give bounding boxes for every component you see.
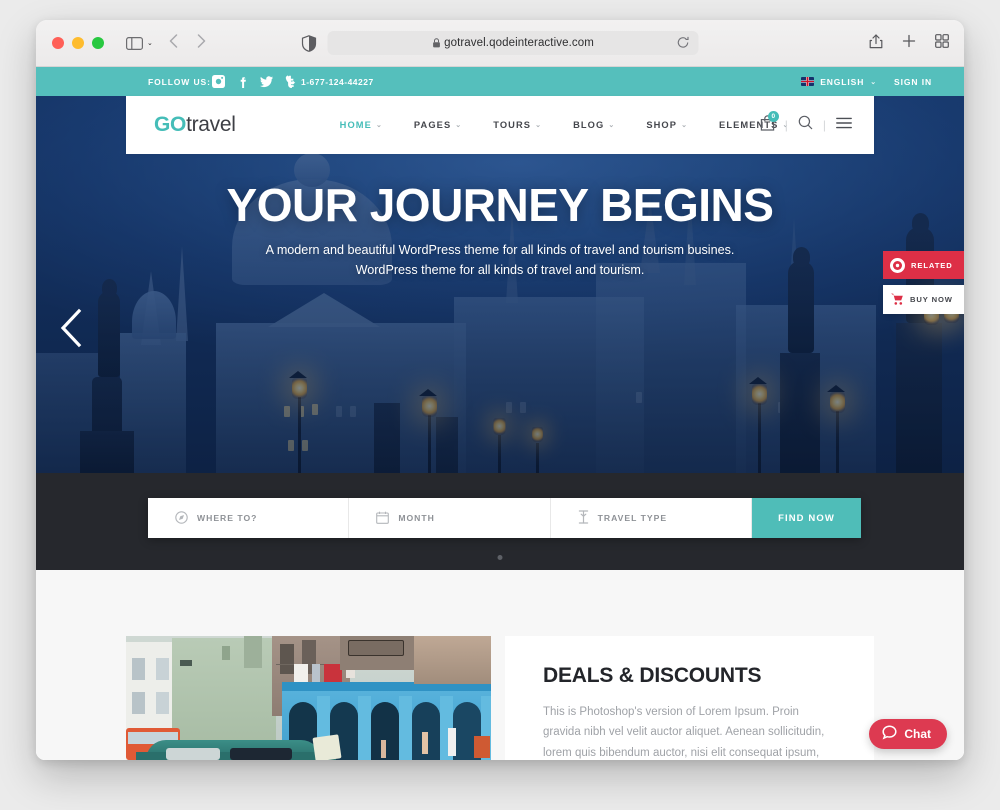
phone-text: 1-677-124-44227 [301, 76, 374, 87]
toolbar-right-actions[interactable] [869, 33, 949, 54]
phone-icon [285, 75, 296, 88]
nav-item-home[interactable]: HOME ⌄ [340, 120, 383, 130]
phone-number[interactable]: 1-677-124-44227 [285, 75, 374, 88]
minimize-window-button[interactable] [72, 37, 84, 49]
logo-go: GO [154, 113, 187, 136]
utility-bar-right[interactable]: ENGLISH ⌄ SIGN IN [801, 77, 932, 87]
chevron-down-icon: ⌄ [147, 40, 153, 47]
facebook-icon[interactable] [236, 75, 249, 88]
share-icon[interactable] [869, 33, 883, 54]
nav-label: HOME [339, 120, 372, 130]
cart-button[interactable]: 0 [760, 110, 779, 136]
site-header: GOtravel HOME ⌄ PAGES ⌄ TOURS ⌄ BLOG ⌄ S… [126, 96, 874, 154]
calendar-icon [376, 511, 390, 526]
floating-promo-buttons[interactable]: RELATED BUY NOW [883, 251, 964, 314]
instagram-icon[interactable] [212, 75, 225, 88]
site-logo[interactable]: GOtravel [154, 113, 236, 137]
nav-item-tours[interactable]: TOURS ⌄ [493, 120, 542, 130]
related-label: RELATED [911, 260, 953, 270]
hero-subtitle-line1: A modern and beautiful WordPress theme f… [265, 243, 735, 257]
travel-type-field[interactable]: TRAVEL TYPE [550, 498, 752, 538]
where-to-field[interactable]: WHERE TO? [148, 498, 350, 538]
sidebar-toggle-icon [126, 36, 143, 50]
website-viewport: YOUR JOURNEY BEGINS A modern and beautif… [36, 67, 964, 760]
window-controls[interactable] [52, 37, 104, 49]
chat-button[interactable]: Chat [869, 719, 947, 749]
search-icon[interactable] [798, 115, 813, 135]
twitter-icon[interactable] [260, 75, 273, 88]
lock-icon [432, 38, 440, 48]
hamburger-menu-icon[interactable] [836, 116, 852, 134]
chevron-down-icon: ⌄ [535, 122, 543, 129]
deals-title: DEALS & DISCOUNTS [543, 664, 762, 687]
month-label: MONTH [398, 513, 435, 523]
month-field[interactable]: MONTH [349, 498, 551, 538]
url-value: gotravel.qodeinteractive.com [444, 37, 594, 49]
plus-icon[interactable] [902, 34, 916, 53]
chat-bubble-icon [882, 725, 897, 743]
reload-icon[interactable] [677, 36, 690, 54]
language-label: ENGLISH [820, 76, 865, 87]
find-now-button[interactable]: FIND NOW [751, 498, 861, 538]
deals-text-card: DEALS & DISCOUNTS This is Photoshop's ve… [505, 636, 874, 760]
where-to-label: WHERE TO? [197, 513, 258, 523]
nav-label: PAGES [413, 120, 452, 130]
hero-subtitle-line2: WordPress theme for all kinds of travel … [355, 262, 645, 277]
nav-label: BLOG [573, 120, 605, 130]
back-arrow-icon[interactable] [169, 33, 178, 53]
related-circle-icon [890, 257, 905, 273]
divider: | [784, 118, 788, 132]
url-input[interactable]: gotravel.qodeinteractive.com [327, 31, 699, 55]
slider-dot[interactable] [497, 555, 503, 560]
deals-image [126, 636, 491, 760]
language-selector[interactable]: ENGLISH ⌄ [801, 77, 877, 87]
logo-travel: travel [186, 113, 236, 136]
forward-arrow-icon[interactable] [197, 33, 206, 53]
url-text: gotravel.qodeinteractive.com [432, 37, 594, 49]
cart-count-badge: 0 [767, 110, 779, 122]
buy-now-button[interactable]: BUY NOW [883, 285, 964, 314]
nav-item-blog[interactable]: BLOG ⌄ [573, 120, 615, 130]
sign-in-link[interactable]: SIGN IN [894, 77, 932, 87]
hero-text-block: YOUR JOURNEY BEGINS A modern and beautif… [36, 182, 964, 280]
deals-section: DEALS & DISCOUNTS This is Photoshop's ve… [36, 570, 964, 760]
chevron-down-icon: ⌄ [455, 122, 463, 129]
compass-icon [175, 510, 188, 526]
chevron-down-icon: ⌄ [608, 122, 616, 129]
utility-bar: FOLLOW US: 1-677-124-44227 ENGLISH ⌄ SIG… [36, 67, 964, 96]
nav-label: TOURS [493, 120, 532, 130]
tab-overview-icon[interactable] [935, 33, 949, 53]
nav-item-pages[interactable]: PAGES ⌄ [414, 120, 462, 130]
nav-item-shop[interactable]: SHOP ⌄ [646, 120, 688, 130]
nav-label: SHOP [646, 120, 678, 130]
shopping-cart-icon [891, 293, 904, 307]
close-window-button[interactable] [52, 37, 64, 49]
browser-toolbar: ⌄ gotravel.qodeinteractive.com [36, 20, 964, 67]
sidebar-toggle-button[interactable]: ⌄ [126, 36, 153, 50]
hero-title: YOUR JOURNEY BEGINS [226, 179, 774, 231]
search-band: WHERE TO? MONTH TRAVEL TYPE FIND NOW [36, 473, 964, 570]
related-button[interactable]: RELATED [883, 251, 964, 279]
travel-type-icon [578, 510, 589, 526]
follow-us-label: FOLLOW US: [148, 76, 211, 87]
slider-prev-button[interactable] [58, 308, 84, 353]
deals-body: This is Photoshop's version of Lorem Ips… [543, 706, 825, 759]
chevron-left-icon [60, 308, 82, 348]
chevron-down-icon: ⌄ [375, 122, 383, 129]
chat-label: Chat [904, 727, 931, 741]
trip-search-form[interactable]: WHERE TO? MONTH TRAVEL TYPE FIND NOW [148, 498, 861, 538]
travel-type-label: TRAVEL TYPE [597, 513, 668, 523]
divider: | [822, 118, 826, 132]
buy-now-label: BUY NOW [910, 295, 953, 304]
uk-flag-icon [801, 77, 815, 86]
privacy-shield-icon[interactable] [301, 34, 317, 52]
navigation-arrows[interactable] [169, 33, 206, 53]
maximize-window-button[interactable] [92, 37, 104, 49]
chevron-down-icon: ⌄ [870, 78, 878, 86]
main-navigation[interactable]: HOME ⌄ PAGES ⌄ TOURS ⌄ BLOG ⌄ SHOP ⌄ ELE… [340, 120, 790, 130]
address-bar-group[interactable]: gotravel.qodeinteractive.com [301, 31, 699, 55]
header-tools[interactable]: 0 | | [760, 110, 852, 136]
chevron-down-icon: ⌄ [681, 122, 689, 129]
browser-window: ⌄ gotravel.qodeinteractive.com YOUR JOUR… [36, 20, 964, 760]
